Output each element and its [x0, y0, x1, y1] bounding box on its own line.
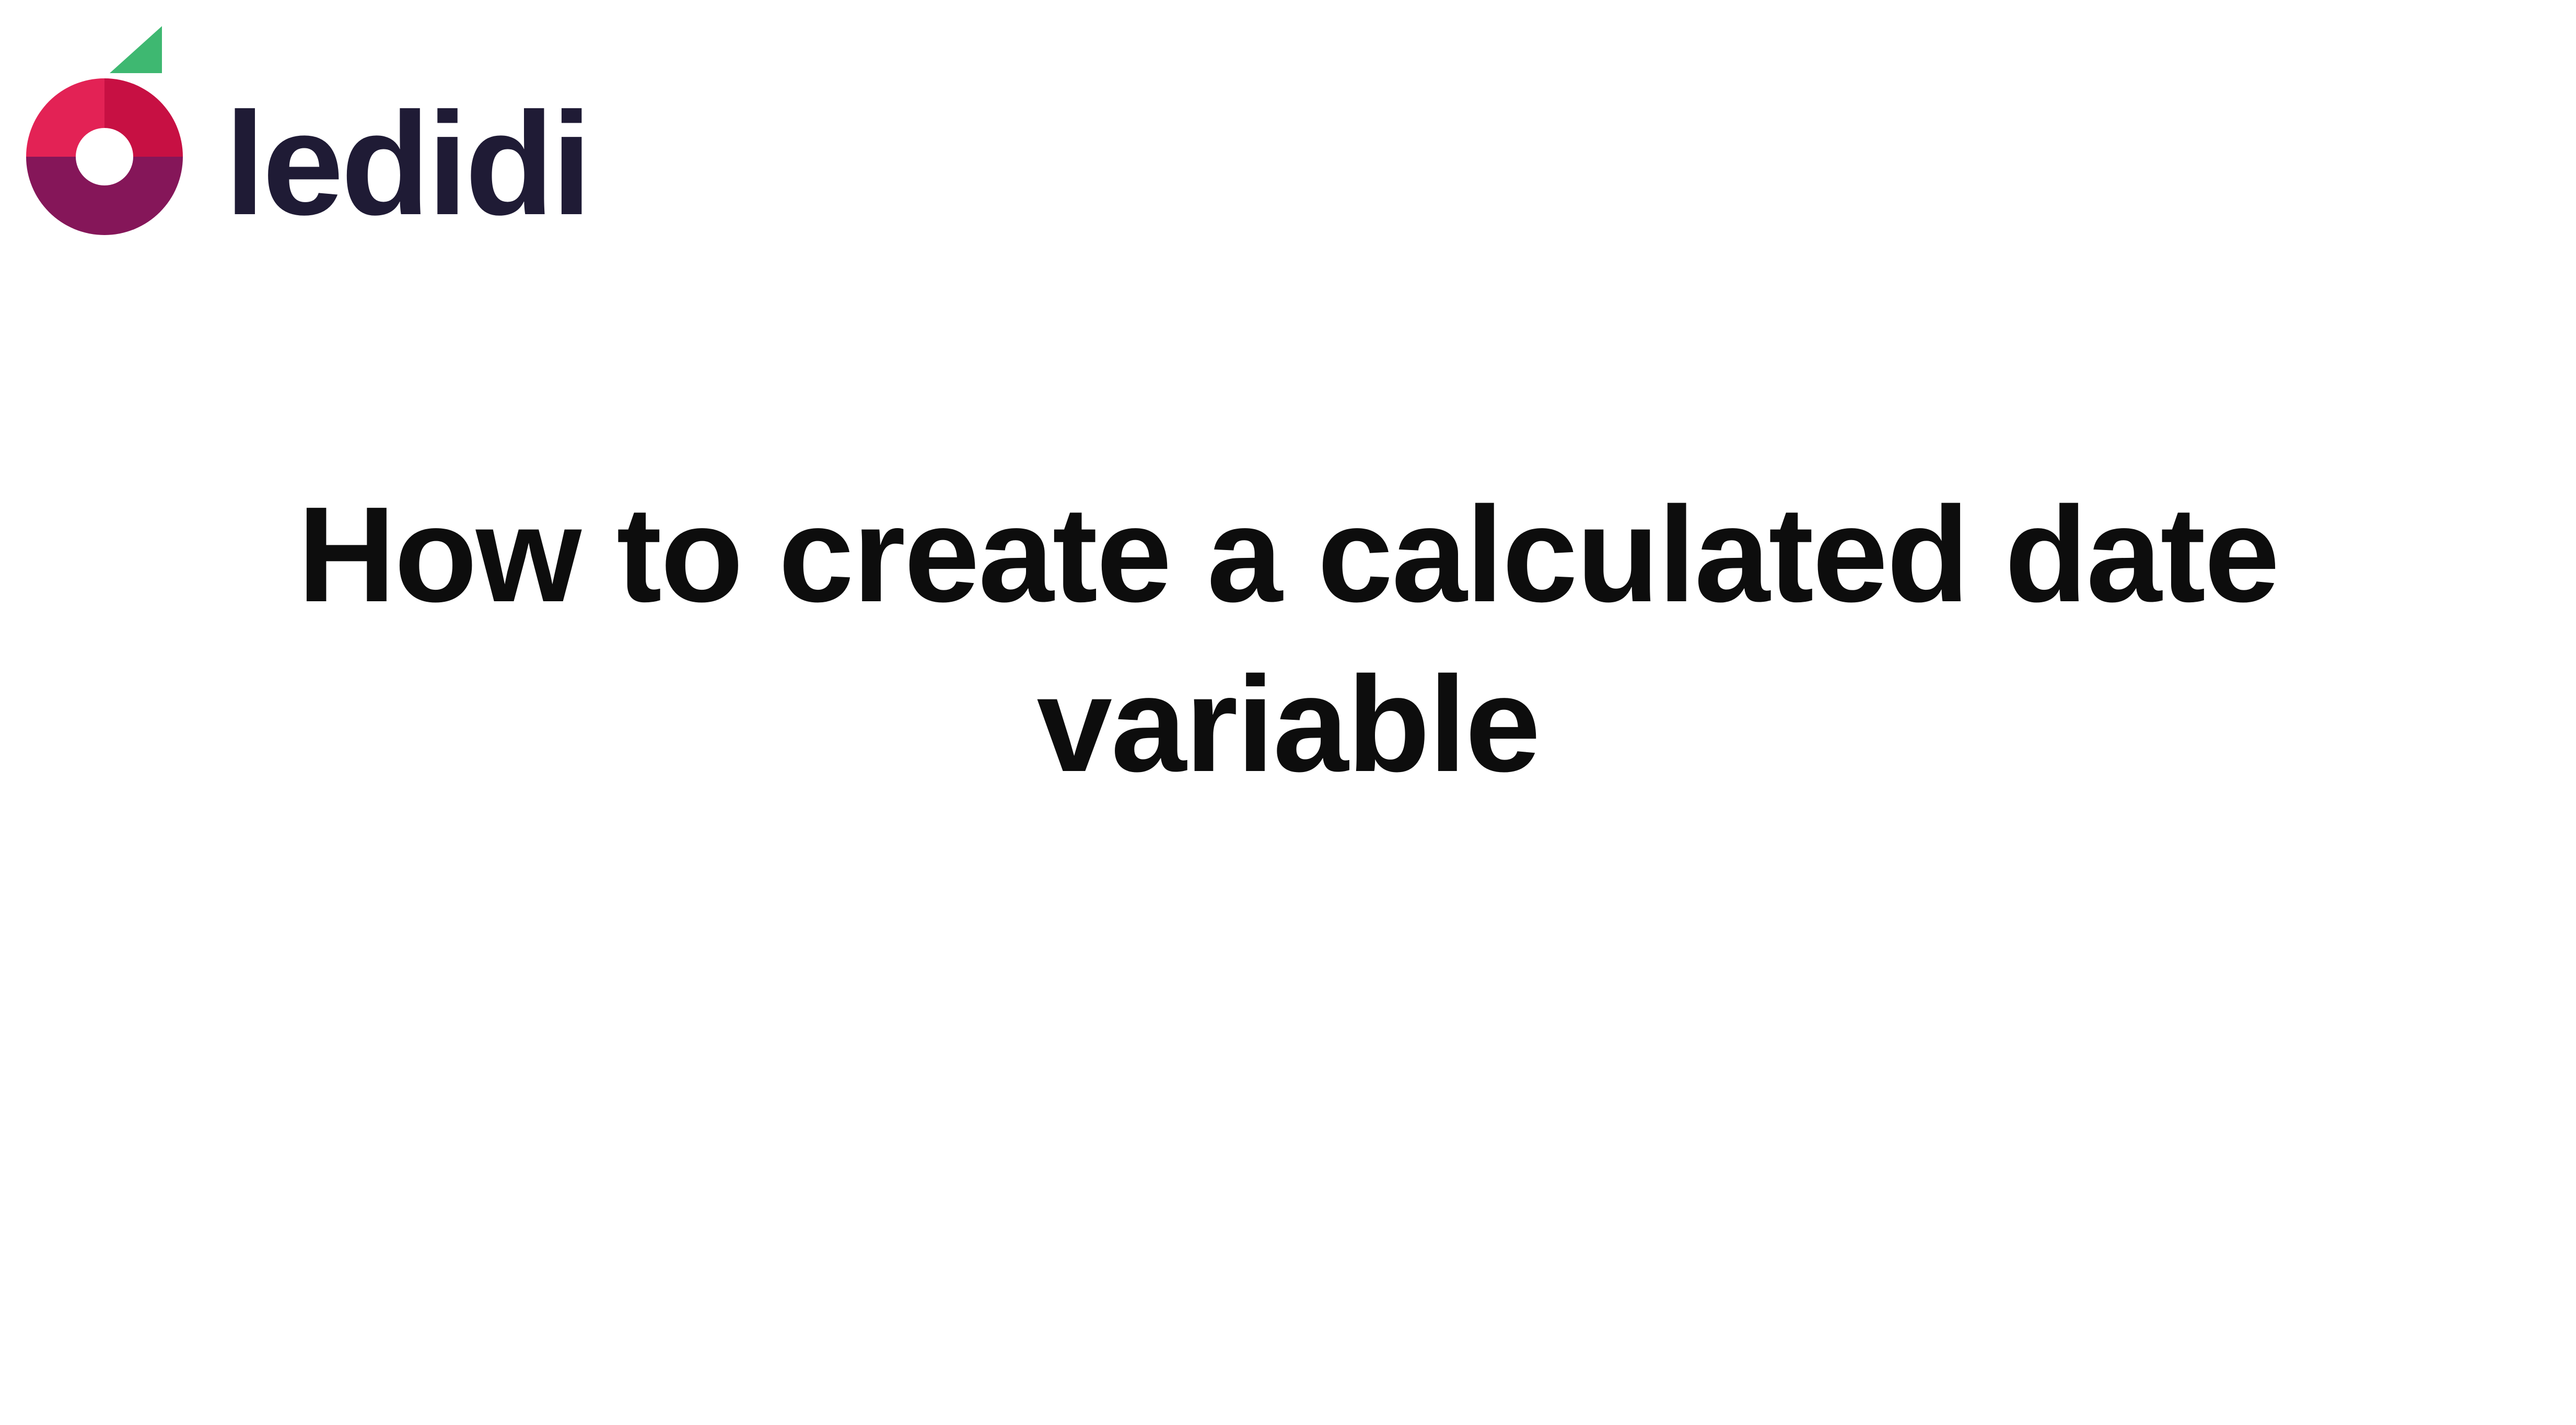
title-container: How to create a calculated date variable — [0, 470, 2576, 810]
logo-container: ledidi — [26, 26, 589, 235]
logo-text: ledidi — [225, 98, 589, 235]
logo-icon — [26, 26, 204, 235]
page-title: How to create a calculated date variable — [243, 470, 2333, 810]
circle-icon — [26, 78, 183, 235]
leaf-icon — [110, 26, 162, 73]
